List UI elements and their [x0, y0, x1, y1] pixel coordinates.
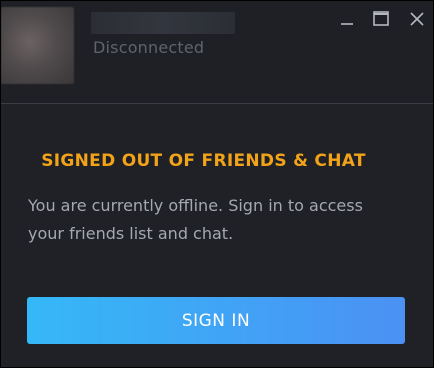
offline-message: You are currently offline. Sign in to ac… [28, 196, 363, 243]
minimize-icon [339, 11, 355, 27]
maximize-icon [372, 10, 390, 28]
close-icon [409, 11, 425, 27]
minimize-button[interactable] [335, 7, 359, 31]
avatar[interactable] [1, 7, 74, 84]
sign-in-button[interactable]: SIGN IN [27, 297, 405, 344]
signed-out-panel: SIGNED OUT OF FRIENDS & CHAT You are cur… [1, 104, 433, 367]
profile-header: Disconnected [1, 1, 433, 103]
username-redacted [91, 12, 235, 34]
close-button[interactable] [405, 7, 429, 31]
signed-out-title: SIGNED OUT OF FRIENDS & CHAT [41, 151, 366, 171]
connection-status: Disconnected [93, 38, 205, 57]
friends-chat-window: Disconnected SIGNED OUT OF FRIENDS & CHA… [0, 0, 434, 368]
maximize-button[interactable] [369, 7, 393, 31]
